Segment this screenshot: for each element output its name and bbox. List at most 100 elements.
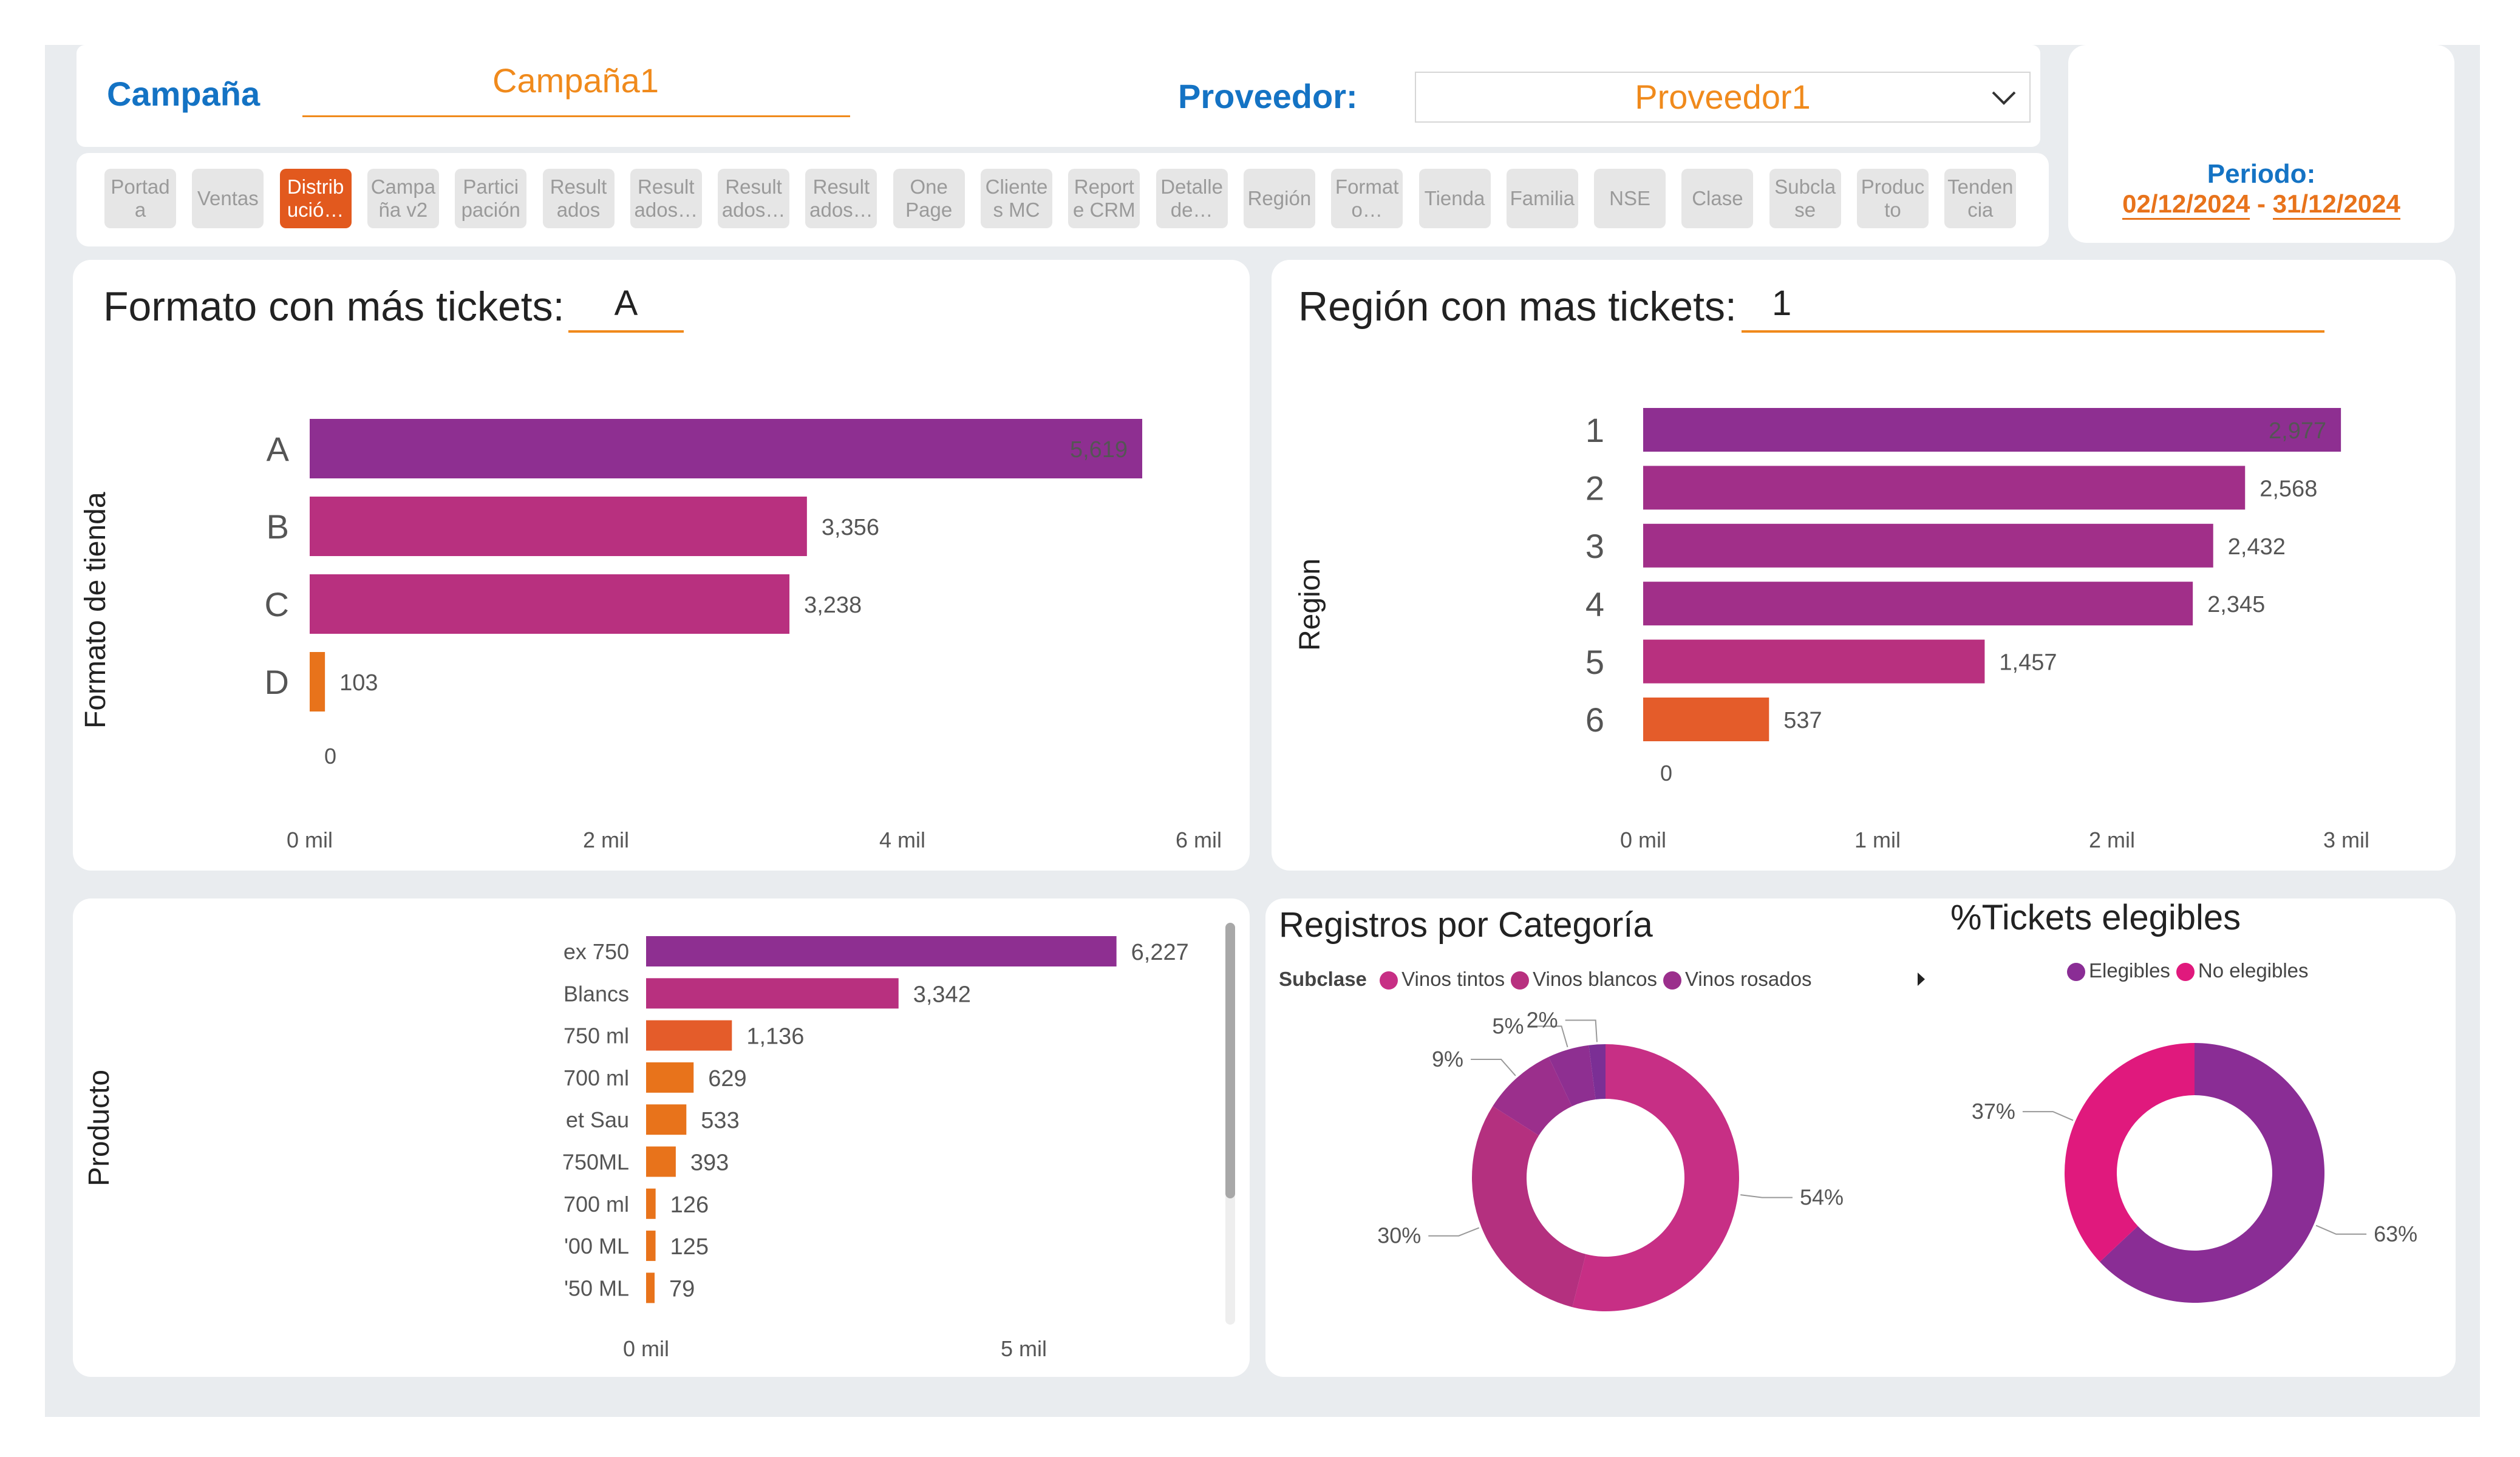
extra-tick-label: 0	[324, 744, 336, 769]
leader-line	[2022, 1111, 2074, 1121]
x-tick-label: 5 mil	[1001, 1336, 1047, 1361]
nav-tab-19[interactable]: Clase	[1681, 169, 1754, 228]
data-label: 533	[701, 1108, 739, 1133]
bar-6[interactable]	[1643, 698, 1769, 741]
campaign-label: Campaña	[107, 75, 261, 113]
x-tick-label: 0 mil	[287, 827, 333, 852]
bar-1[interactable]	[646, 936, 1117, 966]
provider-dropdown[interactable]: Proveedor1	[1415, 72, 2031, 123]
category-label: B	[267, 508, 289, 546]
donut-slice-2[interactable]	[1472, 1106, 1586, 1308]
bar-2[interactable]	[310, 497, 807, 556]
x-tick-label: 2 mil	[2089, 827, 2135, 852]
category-label: 750 ml	[564, 1024, 629, 1048]
x-tick-label: 3 mil	[2323, 827, 2369, 852]
data-label: 126	[670, 1192, 709, 1218]
provider-value: Proveedor1	[1635, 78, 1811, 116]
donut-slice-2[interactable]	[2065, 1043, 2195, 1262]
nav-tab-14[interactable]: Región	[1243, 169, 1315, 228]
bar-9[interactable]	[646, 1272, 655, 1303]
nav-tab-17[interactable]: Familia	[1506, 169, 1578, 228]
category-label: 3	[1585, 527, 1604, 565]
bar-1[interactable]	[310, 419, 1143, 478]
category-label: et Sau	[566, 1107, 629, 1132]
nav-tab-12[interactable]: Report e CRM	[1068, 169, 1140, 228]
category-label: '50 ML	[564, 1275, 629, 1300]
data-label: 79	[669, 1276, 695, 1302]
provider-label: Proveedor:	[1178, 77, 1358, 115]
tickets-donut-chart: 63% 37%	[1972, 1043, 2417, 1303]
nav-tab-8[interactable]: Result ados…	[718, 169, 790, 228]
nav-tab-3[interactable]: Distrib ució…	[279, 169, 352, 228]
category-label: 750ML	[562, 1149, 629, 1174]
nav-tab-9[interactable]: Result ados…	[805, 169, 877, 228]
category-label: 5	[1585, 643, 1604, 681]
category-label: 2	[1585, 469, 1604, 508]
data-label: 125	[670, 1234, 709, 1260]
leader-line	[1428, 1227, 1480, 1237]
bar-2[interactable]	[646, 978, 899, 1009]
nav-tab-13[interactable]: Detalle de…	[1156, 169, 1228, 228]
x-tick-label: 6 mil	[1176, 827, 1222, 852]
producto-scrollbar[interactable]	[1225, 923, 1235, 1325]
bar-4[interactable]	[646, 1062, 694, 1093]
nav-tab-7[interactable]: Result ados…	[630, 169, 702, 228]
nav-tab-5[interactable]: Partici pación	[455, 169, 527, 228]
bar-7[interactable]	[646, 1188, 656, 1219]
campaign-value[interactable]: Campaña1	[302, 61, 849, 100]
bar-3[interactable]	[646, 1020, 732, 1051]
donut-label: 2%	[1527, 1008, 1558, 1033]
bar-5[interactable]	[1643, 639, 1985, 684]
bar-6[interactable]	[646, 1146, 676, 1177]
nav-tab-4[interactable]: Campa ña v2	[367, 169, 439, 228]
nav-tab-2[interactable]: Ventas	[192, 169, 264, 228]
bar-4[interactable]	[310, 652, 325, 712]
bar-5[interactable]	[646, 1104, 687, 1135]
category-label: '00 ML	[564, 1234, 629, 1258]
chevron-down-icon	[1992, 91, 2016, 105]
leader-line	[1740, 1194, 1793, 1198]
bar-2[interactable]	[1643, 466, 2246, 510]
producto-scrollbar-thumb[interactable]	[1225, 923, 1235, 1198]
nav-tab-22[interactable]: Tenden cia	[1944, 169, 2017, 228]
data-label: 6,227	[1131, 940, 1189, 965]
x-tick-label: 4 mil	[879, 827, 925, 852]
nav-tab-21[interactable]: Produc to	[1857, 169, 1929, 228]
leader-line	[2315, 1224, 2367, 1235]
x-tick-label: 1 mil	[1854, 827, 1901, 852]
donut-label: 5%	[1492, 1013, 1524, 1038]
x-tick-label: 2 mil	[583, 827, 629, 852]
nav-tab-10[interactable]: One Page	[893, 169, 965, 228]
bar-4[interactable]	[1643, 582, 2193, 626]
period-end[interactable]: 31/12/2024	[2272, 189, 2400, 220]
nav-tab-15[interactable]: Format o…	[1331, 169, 1403, 228]
data-label: 2,568	[2259, 476, 2317, 501]
bar-8[interactable]	[646, 1231, 656, 1262]
donut-label: 63%	[2374, 1221, 2417, 1246]
nav-tab-20[interactable]: Subcla se	[1769, 169, 1841, 228]
nav-tab-11[interactable]: Cliente s MC	[981, 169, 1052, 228]
bar-3[interactable]	[1643, 523, 2213, 568]
category-label: 700 ml	[564, 1065, 629, 1090]
category-label: Blancs	[564, 981, 629, 1006]
category-label: D	[265, 663, 289, 701]
data-label: 2,977	[2269, 418, 2326, 444]
category-label: 700 ml	[564, 1192, 629, 1217]
bar-1[interactable]	[1643, 408, 2341, 452]
period-range: 02/12/2024 - 31/12/2024	[2068, 189, 2454, 220]
nav-tab-6[interactable]: Result ados	[542, 169, 615, 228]
nav-tab-1[interactable]: Portad a	[104, 169, 176, 228]
period-start[interactable]: 02/12/2024	[2122, 189, 2250, 220]
data-label: 3,342	[913, 982, 971, 1007]
data-label: 537	[1783, 708, 1822, 733]
bar-3[interactable]	[310, 574, 790, 634]
donut-label: 9%	[1432, 1047, 1463, 1072]
data-label: 2,432	[2228, 534, 2286, 560]
formato-bar-chart: A 5,619 B 3,356 C 3,238 D 103 0 0 mil 2 mil 4 mil 6 …	[265, 419, 1222, 852]
nav-tab-16[interactable]: Tienda	[1418, 169, 1491, 228]
category-label: A	[267, 430, 290, 468]
nav-tab-18[interactable]: NSE	[1594, 169, 1666, 228]
x-tick-label: 0 mil	[1620, 827, 1666, 852]
leader-line	[1565, 1019, 1598, 1042]
data-label: 1,136	[746, 1024, 804, 1050]
